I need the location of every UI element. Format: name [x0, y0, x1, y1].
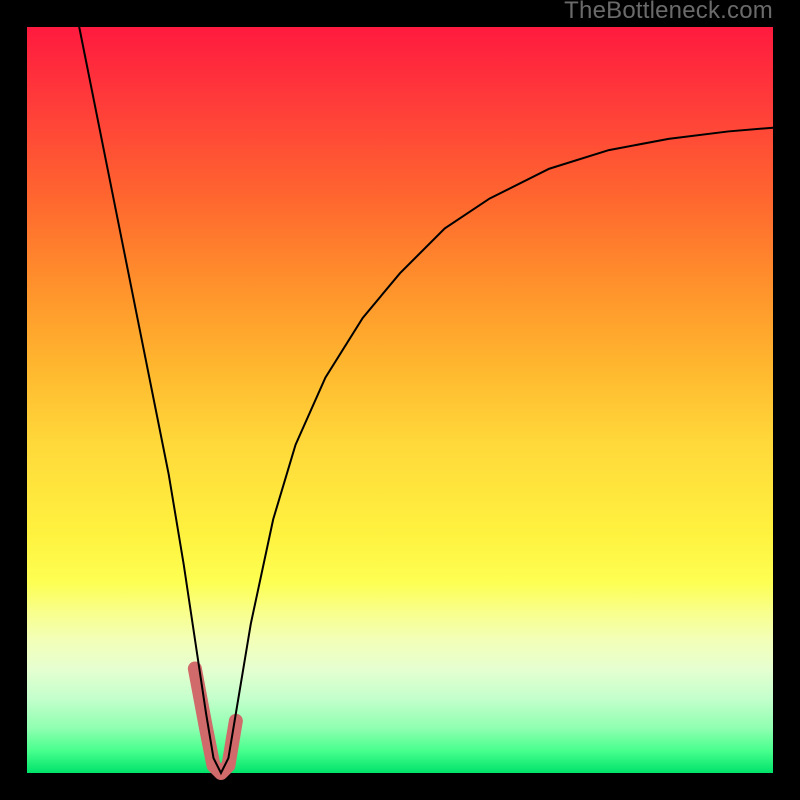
- bottleneck-curve: [79, 27, 773, 773]
- bottleneck-plot: [27, 27, 773, 773]
- watermark-text: TheBottleneck.com: [564, 0, 773, 27]
- chart-area: TheBottleneck.com: [27, 27, 773, 773]
